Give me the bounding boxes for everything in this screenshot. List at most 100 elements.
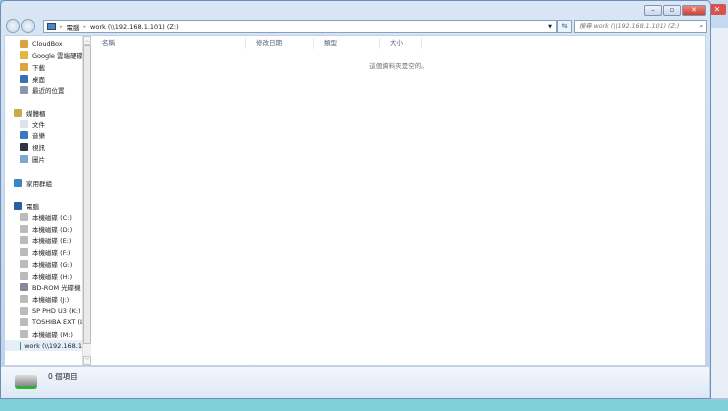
nav-computer[interactable]: 電腦 [5, 200, 39, 211]
navigation-pane: CloudBox Google 雲端硬碟 下載桌面最近的位置媒體櫃文件音樂視訊 圖片家… [5, 36, 82, 365]
nav-label: TOSHIBA EXT (L:) [32, 318, 82, 327]
nav-drive-item[interactable]: 本機磁碟 (J:) [5, 293, 69, 304]
nav-label: 最近的位置 [32, 87, 65, 96]
nav-drive-item[interactable]: 本機磁碟 (F:) [5, 247, 71, 258]
nav-label: 媒體櫃 [26, 109, 46, 118]
nav-drive-item-icon [20, 259, 28, 268]
search-input[interactable]: 搜尋 work (\\192.168.1.101) (Z:) ⌕ [574, 20, 707, 33]
nav-library-item[interactable]: 文件 [5, 118, 45, 129]
nav-label: CloudBox [32, 39, 63, 48]
column-name[interactable]: 名稱 [92, 38, 246, 49]
item-count: 0 個項目 [48, 372, 78, 381]
nav-label: Google 雲端硬碟 [32, 52, 82, 61]
nav-homegroup-icon [14, 178, 22, 187]
nav-label: 視訊 [32, 143, 45, 152]
nav-favorite-item[interactable]: 桌面 [5, 73, 45, 84]
nav-label: work (\\192.168.1 [24, 341, 82, 350]
nav-label: SP PHD U3 (K:) [32, 306, 81, 315]
nav-drive-item[interactable]: 本機磁碟 (G:) [5, 258, 72, 269]
nav-scrollbar[interactable]: ︿ ﹀ [82, 36, 91, 365]
nav-drive-item-icon [20, 318, 28, 327]
nav-homegroup[interactable]: 家用群組 [5, 177, 52, 188]
nav-favorite-item[interactable]: CloudBox [5, 38, 63, 49]
nav-drive-item[interactable]: work (\\192.168.1 [5, 340, 82, 352]
nav-computer-icon [14, 201, 22, 210]
nav-label: BD-ROM 光碟機 [32, 284, 81, 293]
breadcrumb-work[interactable]: work (\\192.168.1.101) (Z:) [90, 23, 179, 31]
scroll-thumb[interactable] [83, 45, 91, 344]
nav-label: 本機磁碟 (E:) [32, 237, 72, 246]
nav-drive-item-icon [20, 213, 28, 221]
nav-drive-item[interactable]: 本機磁碟 (M:) [5, 329, 73, 340]
back-button[interactable] [6, 19, 20, 33]
details-pane: 0 個項目 [1, 366, 709, 398]
nav-drive-item[interactable]: BD-ROM 光碟機 [5, 282, 81, 293]
nav-label: 下載 [32, 63, 45, 72]
scroll-up-button[interactable]: ︿ [83, 36, 91, 45]
nav-label: 本機磁碟 (D:) [32, 225, 73, 234]
close-button[interactable]: ✕ [682, 5, 706, 16]
nav-favorite-item[interactable]: 下載 [5, 61, 45, 72]
maximize-button[interactable]: ▫ [663, 5, 681, 16]
breadcrumb-computer[interactable]: 電腦 [67, 22, 80, 32]
column-date[interactable]: 修改日期 [246, 38, 314, 49]
nav-drive-item[interactable]: 本機磁碟 (H:) [5, 270, 72, 281]
breadcrumb-separator: ▸ [60, 23, 63, 30]
nav-favorite-item-icon [20, 62, 28, 71]
search-icon[interactable]: ⌕ [699, 21, 703, 32]
nav-drive-item-icon [20, 236, 28, 245]
nav-library-item-icon [20, 154, 28, 163]
empty-folder-message: 這個資料夾是空的。 [369, 62, 428, 70]
nav-drive-item-icon [20, 283, 28, 292]
nav-drive-item[interactable]: SP PHD U3 (K:) [5, 305, 80, 316]
nav-label: 本機磁碟 (J:) [32, 295, 70, 304]
nav-label: 本機磁碟 (C:) [32, 214, 72, 222]
breadcrumb-separator: ▸ [83, 23, 87, 30]
nav-favorite-item[interactable]: Google 雲端硬碟 [5, 50, 82, 61]
nav-drive-item-icon [20, 224, 28, 233]
nav-library-item-icon [20, 131, 28, 140]
nav-drive-item-icon [20, 306, 28, 315]
nav-library-item[interactable]: 圖片 [5, 153, 45, 164]
nav-favorite-item-icon [20, 51, 28, 60]
nav-library-item-icon [20, 119, 28, 128]
nav-label: 桌面 [32, 75, 45, 84]
nav-libraries[interactable]: 媒體櫃 [5, 107, 46, 118]
nav-favorite-item-icon [20, 39, 28, 48]
nav-label: 家用群組 [26, 179, 52, 188]
chevron-down-icon[interactable]: ▼ [548, 24, 556, 30]
nav-libraries-icon [14, 108, 22, 117]
nav-drive-item[interactable]: TOSHIBA EXT (L:) [5, 317, 82, 328]
network-drive-icon [15, 375, 37, 389]
nav-drive-item-icon [20, 294, 28, 303]
nav-drive-item-icon [20, 271, 28, 280]
nav-drive-item[interactable]: 本機磁碟 (C:) [5, 212, 72, 223]
column-type[interactable]: 類型 [314, 38, 380, 49]
refresh-button[interactable]: ⇆ [557, 20, 572, 33]
nav-label: 電腦 [26, 202, 39, 211]
forward-button[interactable] [21, 19, 35, 33]
search-placeholder: 搜尋 work (\\192.168.1.101) (Z:) [579, 23, 680, 30]
nav-favorite-item-icon [20, 74, 28, 83]
nav-label: 本機磁碟 (G:) [32, 260, 73, 269]
nav-drive-item[interactable]: 本機磁碟 (E:) [5, 235, 71, 246]
column-size[interactable]: 大小 [380, 38, 422, 49]
nav-label: 文件 [32, 120, 45, 129]
scroll-down-button[interactable]: ﹀ [83, 356, 91, 365]
nav-library-item-icon [20, 142, 28, 151]
address-bar[interactable]: ▸ 電腦 ▸ work (\\192.168.1.101) (Z:) ▼ [43, 20, 557, 33]
minimize-button[interactable]: – [644, 5, 662, 16]
nav-label: 本機磁碟 (M:) [32, 331, 73, 339]
nav-library-item[interactable]: 視訊 [5, 141, 45, 152]
computer-icon [47, 23, 56, 30]
nav-favorite-item-icon [20, 86, 28, 95]
nav-label: 音樂 [32, 132, 45, 141]
nav-label: 本機磁碟 (F:) [32, 249, 71, 258]
nav-library-item[interactable]: 音樂 [5, 130, 45, 141]
nav-label: 本機磁碟 (H:) [32, 272, 73, 281]
caption-buttons: – ▫ ✕ [644, 5, 706, 16]
nav-favorite-item[interactable]: 最近的位置 [5, 85, 65, 96]
nav-drive-item-icon [20, 330, 28, 338]
nav-drive-item[interactable]: 本機磁碟 (D:) [5, 223, 72, 234]
content-area: CloudBox Google 雲端硬碟 下載桌面最近的位置媒體櫃文件音樂視訊 圖片家… [4, 35, 706, 366]
